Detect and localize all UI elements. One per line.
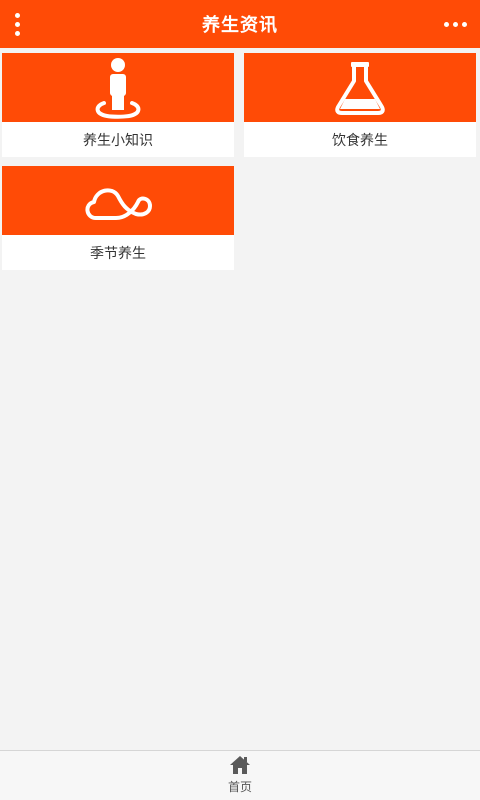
tile-seasonal-health[interactable]: 季节养生 — [2, 166, 234, 270]
app-screen: 养生资讯 养生小知识 饮食养生 季节养生 首页 — [0, 0, 480, 800]
bottom-nav: 首页 — [0, 750, 480, 800]
horizontal-dots-icon-dot — [461, 21, 467, 27]
tile-health-tips[interactable]: 养生小知识 — [2, 53, 234, 157]
tile-banner — [244, 53, 476, 122]
menu-button[interactable] — [4, 6, 30, 42]
vertical-dots-icon-dot — [14, 21, 20, 27]
tile-banner — [2, 166, 234, 235]
nav-item-label: 首页 — [227, 780, 252, 794]
horizontal-dots-icon — [443, 21, 449, 27]
more-button[interactable] — [440, 6, 470, 42]
flask-icon — [335, 61, 385, 115]
tile-banner — [2, 53, 234, 122]
tile-label: 养生小知识 — [83, 132, 153, 149]
top-header: 养生资讯 — [0, 0, 480, 48]
tile-label: 季节养生 — [90, 245, 146, 262]
tile-label: 饮食养生 — [332, 132, 388, 149]
home-icon — [230, 756, 250, 774]
tile-diet-health[interactable]: 饮食养生 — [244, 53, 476, 157]
horizontal-dots-icon-dot — [452, 21, 458, 27]
nav-item-home[interactable]: 首页 — [210, 755, 270, 799]
vertical-dots-icon — [14, 12, 20, 18]
vertical-dots-icon-dot — [14, 30, 20, 36]
cloud-icon — [85, 187, 152, 220]
page-title: 养生资讯 — [202, 15, 278, 36]
person-standing-icon — [95, 57, 141, 119]
